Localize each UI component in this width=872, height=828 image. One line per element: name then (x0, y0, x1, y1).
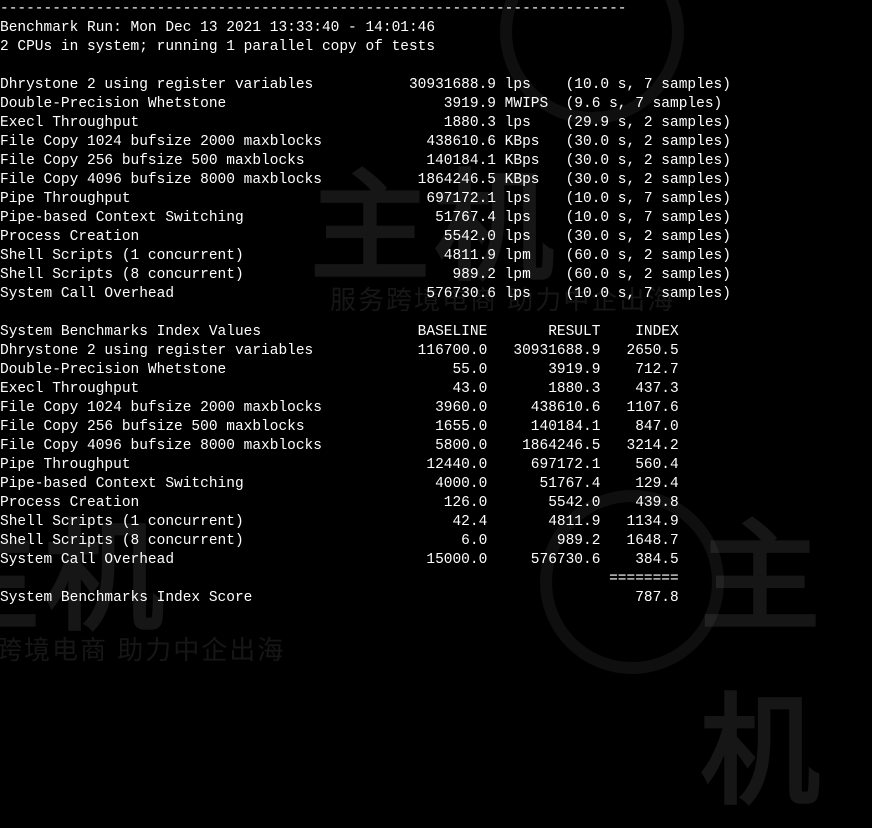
terminal-output: ----------------------------------------… (0, 0, 872, 608)
watermark-tagline-2: 服务跨境电商 助力中企出海 (0, 630, 285, 667)
